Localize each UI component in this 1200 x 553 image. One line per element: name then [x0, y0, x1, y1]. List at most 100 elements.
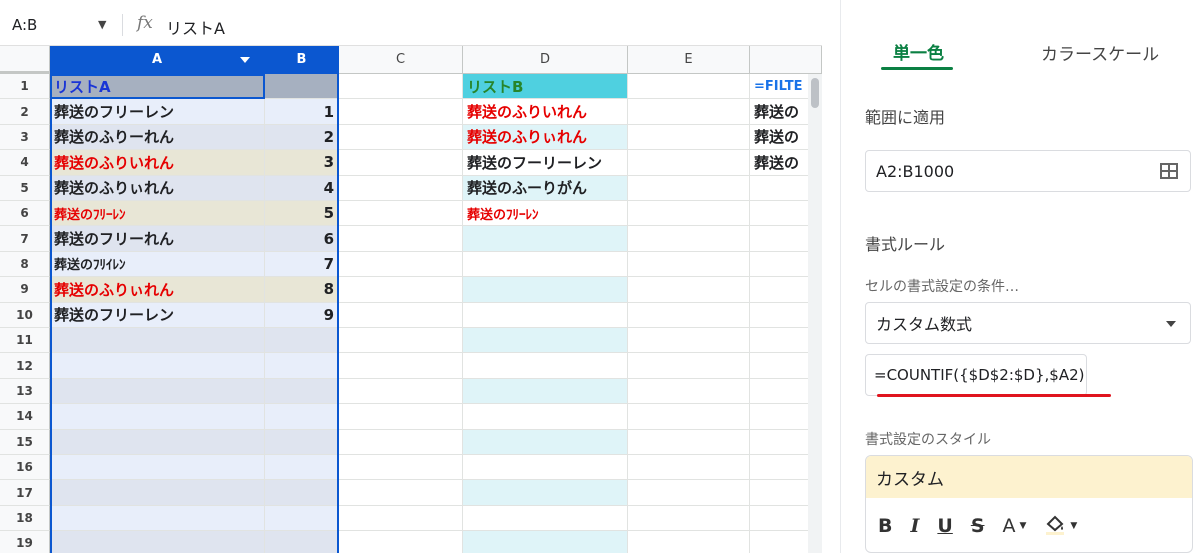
column-menu-dropdown-icon[interactable] [240, 57, 250, 63]
cell-e18[interactable] [628, 505, 750, 532]
cell-c2[interactable] [339, 99, 463, 125]
cell-c8[interactable] [339, 251, 463, 278]
cell-e5[interactable] [628, 175, 750, 201]
cell-b14[interactable] [265, 404, 339, 430]
cell-a8[interactable]: 葬送のﾌﾘｲﾚﾝ [50, 251, 265, 278]
cell-c13[interactable] [339, 378, 463, 405]
name-box[interactable]: A:B [12, 16, 37, 34]
cell-a9[interactable]: 葬送のふりぃれん [50, 277, 265, 303]
italic-button[interactable]: I [910, 515, 919, 537]
cell-b19[interactable] [265, 531, 339, 553]
row-number[interactable]: 10 [0, 302, 50, 328]
cell-d9[interactable] [463, 277, 628, 303]
cell-c14[interactable] [339, 404, 463, 430]
cell-c3[interactable] [339, 124, 463, 151]
cell-e4[interactable] [628, 150, 750, 176]
paint-bucket-icon[interactable] [1044, 513, 1066, 540]
cell-b6[interactable]: 5 [265, 201, 339, 227]
cell-b2[interactable]: 1 [265, 99, 339, 125]
select-all-corner[interactable] [0, 46, 50, 74]
cell-b10[interactable]: 9 [265, 302, 339, 328]
cell-c4[interactable] [339, 150, 463, 176]
cell-b12[interactable] [265, 353, 339, 379]
row-number[interactable]: 4 [0, 150, 50, 176]
cell-a11[interactable] [50, 328, 265, 354]
cell-d3[interactable]: 葬送のふりぃれん [463, 124, 628, 151]
column-header-d[interactable]: D [463, 46, 628, 74]
cell-e16[interactable] [628, 455, 750, 481]
cell-d6[interactable]: 葬送のﾌﾘｰﾚﾝ [463, 201, 628, 227]
condition-select[interactable]: カスタム数式 [865, 302, 1191, 344]
cell-b4[interactable]: 3 [265, 150, 339, 176]
text-color-dropdown-icon[interactable]: ▼ [1020, 521, 1027, 531]
scrollbar-thumb[interactable] [811, 78, 819, 108]
cell-c5[interactable] [339, 175, 463, 201]
cell-c16[interactable] [339, 455, 463, 481]
vertical-scrollbar[interactable] [808, 74, 822, 553]
column-header-c[interactable]: C [339, 46, 463, 74]
cell-b5[interactable]: 4 [265, 175, 339, 201]
cell-c1[interactable] [339, 74, 463, 100]
cell-b3[interactable]: 2 [265, 124, 339, 151]
cell-e10[interactable] [628, 302, 750, 328]
cell-c17[interactable] [339, 480, 463, 506]
bold-button[interactable]: B [878, 515, 892, 537]
column-header-b[interactable]: B [265, 46, 339, 74]
tab-color-scale[interactable]: カラースケール [1041, 40, 1159, 65]
cell-e9[interactable] [628, 277, 750, 303]
style-preset-select[interactable]: カスタム [866, 456, 1192, 498]
cell-d10[interactable] [463, 302, 628, 328]
cell-a10[interactable]: 葬送のフリーレン [50, 302, 265, 328]
row-number[interactable]: 19 [0, 531, 50, 553]
cell-e3[interactable] [628, 124, 750, 151]
row-number[interactable]: 8 [0, 251, 50, 278]
cell-c18[interactable] [339, 505, 463, 532]
tab-single-color[interactable]: 単一色 [893, 39, 944, 64]
underline-button[interactable]: U [937, 515, 952, 537]
cell-b7[interactable]: 6 [265, 226, 339, 252]
cell-e2[interactable] [628, 99, 750, 125]
cell-c15[interactable] [339, 429, 463, 455]
cell-d4[interactable]: 葬送のフーリーレン [463, 150, 628, 176]
row-number[interactable]: 11 [0, 328, 50, 354]
cell-d2[interactable]: 葬送のふりいれん [463, 99, 628, 125]
range-input[interactable]: A2:B1000 [865, 150, 1191, 192]
cell-b8[interactable]: 7 [265, 251, 339, 278]
cell-b17[interactable] [265, 480, 339, 506]
cell-d7[interactable] [463, 226, 628, 252]
row-number[interactable]: 5 [0, 175, 50, 201]
cell-e11[interactable] [628, 328, 750, 354]
cell-d17[interactable] [463, 480, 628, 506]
cell-e12[interactable] [628, 353, 750, 379]
cell-b16[interactable] [265, 455, 339, 481]
cell-d18[interactable] [463, 505, 628, 532]
cell-c19[interactable] [339, 531, 463, 553]
row-number[interactable]: 16 [0, 455, 50, 481]
row-number[interactable]: 15 [0, 429, 50, 455]
cell-d1[interactable]: リストB [463, 74, 628, 100]
cell-a2[interactable]: 葬送のフリーレン [50, 99, 265, 125]
column-header-a[interactable]: A [50, 46, 265, 74]
cell-a3[interactable]: 葬送のふりーれん [50, 124, 265, 151]
cell-a12[interactable] [50, 353, 265, 379]
row-number[interactable]: 2 [0, 99, 50, 125]
text-color-button[interactable]: A [1003, 515, 1016, 537]
cell-b15[interactable] [265, 429, 339, 455]
cell-d8[interactable] [463, 251, 628, 278]
cell-c10[interactable] [339, 302, 463, 328]
cell-e13[interactable] [628, 378, 750, 405]
cell-c9[interactable] [339, 277, 463, 303]
cell-a6[interactable]: 葬送のﾌﾘｰﾚﾝ [50, 201, 265, 227]
cell-d13[interactable] [463, 378, 628, 405]
formula-input[interactable]: リストA [166, 15, 225, 39]
row-number[interactable]: 12 [0, 353, 50, 379]
cell-d12[interactable] [463, 353, 628, 379]
cell-b11[interactable] [265, 328, 339, 354]
row-number[interactable]: 18 [0, 505, 50, 532]
cell-c12[interactable] [339, 353, 463, 379]
cell-e1[interactable] [628, 74, 750, 100]
cell-e17[interactable] [628, 480, 750, 506]
cell-b18[interactable] [265, 505, 339, 532]
cell-a4[interactable]: 葬送のふりいれん [50, 150, 265, 176]
cell-d5[interactable]: 葬送のふーりがん [463, 175, 628, 201]
